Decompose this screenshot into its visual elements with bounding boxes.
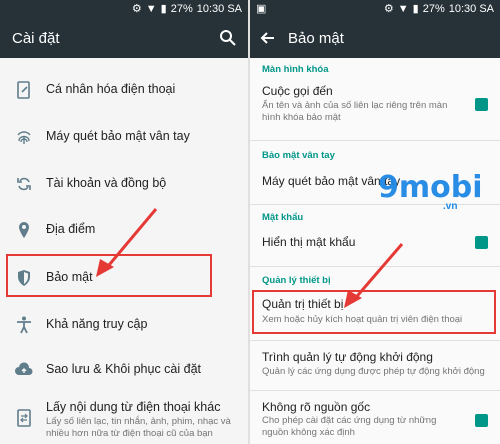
security-pane: ▣ ⚙ ▼ ▮ 27% 10:30 SA Bảo mật Màn hình kh…	[250, 0, 500, 444]
settings-item-transfer[interactable]: Lấy nội dung từ điện thoại khác Lấy số l…	[0, 394, 248, 444]
settings-icon: ⚙	[383, 3, 394, 15]
accessibility-icon	[17, 316, 31, 334]
incoming-calls-checkbox[interactable]	[475, 98, 488, 111]
battery-icon: ▮	[160, 3, 167, 15]
settings-item-label: Địa điểm	[46, 222, 96, 236]
page-title: Bảo mật	[288, 30, 344, 47]
battery-icon: ▮	[412, 3, 419, 15]
settings-item-label: Sao lưu & Khôi phục cài đặt	[46, 362, 201, 376]
pointer-arrow	[96, 208, 158, 277]
image-icon: ▣	[256, 3, 267, 15]
back-arrow-icon[interactable]	[258, 28, 278, 48]
location-icon	[19, 222, 29, 238]
section-header-password: Mật khẩu	[262, 212, 304, 223]
settings-item-fingerprint[interactable]: Máy quét bảo mật vân tay	[0, 115, 248, 159]
transfer-icon	[17, 409, 31, 427]
app-bar: Cài đặt	[0, 18, 248, 58]
fingerprint-icon	[17, 131, 31, 144]
status-bar: ⚙ ▼ ▮ 27% 10:30 SA	[0, 0, 248, 18]
divider	[250, 390, 500, 391]
status-bar: ▣ ⚙ ▼ ▮ 27% 10:30 SA	[250, 0, 500, 18]
show-password-checkbox[interactable]	[475, 236, 488, 249]
watermark-logo: 9mobi	[378, 170, 483, 205]
settings-item-label: Máy quét bảo mật vân tay	[46, 129, 190, 143]
autostart-manager-label[interactable]: Trình quản lý tự động khởi động	[262, 350, 433, 364]
settings-item-label: Tài khoản và đồng bộ	[46, 176, 167, 190]
battery-text: 27%	[170, 2, 193, 15]
divider	[250, 140, 500, 141]
settings-pane: ⚙ ▼ ▮ 27% 10:30 SA Cài đặt Cá nhân hóa đ…	[0, 0, 248, 444]
settings-item-personalize[interactable]: Cá nhân hóa điện thoại	[0, 68, 248, 112]
search-icon[interactable]	[218, 28, 238, 48]
settings-item-backup[interactable]: Sao lưu & Khôi phục cài đặt	[0, 348, 248, 392]
section-header-fingerprint: Bảo mật vân tay	[262, 150, 335, 161]
watermark-suffix: .vn	[443, 201, 458, 212]
autostart-manager-subtitle: Quản lý các ứng dụng được phép tự động k…	[262, 366, 485, 377]
incoming-calls-subtitle: Ẩn tên và ảnh của số liên lạc riêng trên…	[262, 100, 448, 123]
clock-text: 10:30 SA	[196, 2, 242, 15]
settings-item-accessibility[interactable]: Khả năng truy cập	[0, 303, 248, 347]
incoming-calls-label[interactable]: Cuộc gọi đến	[262, 84, 333, 98]
section-header-lock-screen: Màn hình khóa	[262, 64, 329, 75]
page-title: Cài đặt	[12, 30, 60, 47]
settings-item-label: Khả năng truy cập	[46, 317, 148, 331]
clock-text: 10:30 SA	[448, 2, 494, 15]
unknown-sources-label[interactable]: Không rõ nguồn gốc	[262, 400, 370, 414]
app-bar: Bảo mật	[250, 18, 500, 58]
settings-item-accounts[interactable]: Tài khoản và đồng bộ	[0, 162, 248, 206]
wifi-icon: ▼	[145, 2, 157, 15]
settings-item-label: Cá nhân hóa điện thoại	[46, 82, 176, 96]
settings-item-subtitle: Lấy số liên lạc, tin nhắn, ảnh, phim, nh…	[46, 416, 231, 439]
settings-item-label: Lấy nội dung từ điện thoại khác	[46, 400, 221, 414]
wifi-icon: ▼	[397, 2, 409, 15]
settings-icon: ⚙	[131, 3, 142, 15]
unknown-sources-checkbox[interactable]	[475, 414, 488, 427]
cloud-upload-icon	[15, 362, 33, 375]
battery-text: 27%	[422, 2, 445, 15]
pointer-arrow	[344, 243, 404, 308]
watermark-text: 9mobi	[378, 170, 483, 205]
sync-icon	[17, 177, 31, 191]
section-header-device-admin: Quản lý thiết bị	[262, 275, 331, 286]
unknown-sources-subtitle: Cho phép cài đặt các ứng dụng từ những n…	[262, 415, 437, 438]
divider	[250, 340, 500, 341]
phone-edit-icon	[17, 81, 30, 99]
